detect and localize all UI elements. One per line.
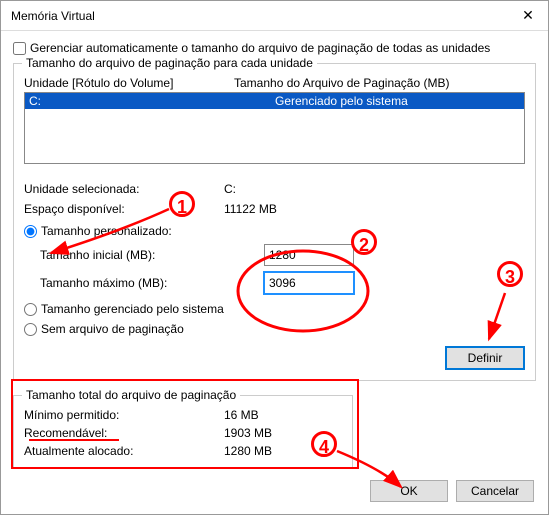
space-value: 11122 MB [224, 202, 277, 216]
drive-col-header-2: Tamanho do Arquivo de Paginação (MB) [234, 76, 449, 90]
system-managed-row[interactable]: Tamanho gerenciado pelo sistema [24, 302, 525, 316]
selected-drive-value: C: [224, 182, 236, 196]
window-title: Memória Virtual [11, 9, 95, 23]
max-size-input[interactable] [264, 272, 354, 294]
drive-legend: Tamanho do arquivo de paginação para cad… [22, 56, 317, 70]
no-file-radio[interactable] [24, 323, 37, 336]
footer-buttons: OK Cancelar [370, 480, 534, 502]
max-size-label: Tamanho máximo (MB): [40, 276, 264, 290]
rec-row: Recomendável: 1903 MB [24, 426, 342, 440]
cur-label: Atualmente alocado: [24, 444, 224, 458]
selected-drive-row: Unidade selecionada: C: [24, 182, 525, 196]
drive-list-item[interactable]: C: Gerenciado pelo sistema [25, 93, 524, 109]
drive-fieldset: Tamanho do arquivo de paginação para cad… [13, 63, 536, 381]
cancel-button[interactable]: Cancelar [456, 480, 534, 502]
selected-drive-label: Unidade selecionada: [24, 182, 224, 196]
auto-manage-checkbox[interactable] [13, 42, 26, 55]
auto-manage-label: Gerenciar automaticamente o tamanho do a… [30, 41, 490, 55]
min-row: Mínimo permitido: 16 MB [24, 408, 342, 422]
titlebar: Memória Virtual ✕ [1, 1, 548, 31]
initial-size-row: Tamanho inicial (MB): [24, 244, 525, 266]
cur-row: Atualmente alocado: 1280 MB [24, 444, 342, 458]
no-file-label: Sem arquivo de paginação [41, 322, 184, 336]
initial-size-label: Tamanho inicial (MB): [40, 248, 264, 262]
drive-status: Gerenciado pelo sistema [235, 93, 524, 109]
drive-columns: Unidade [Rótulo do Volume] Tamanho do Ar… [24, 76, 525, 90]
drive-listbox[interactable]: C: Gerenciado pelo sistema [24, 92, 525, 164]
system-managed-radio[interactable] [24, 303, 37, 316]
custom-size-row[interactable]: Tamanho personalizado: [24, 224, 525, 238]
space-row: Espaço disponível: 11122 MB [24, 202, 525, 216]
rec-value: 1903 MB [224, 426, 272, 440]
close-button[interactable]: ✕ [508, 1, 548, 31]
min-value: 16 MB [224, 408, 259, 422]
totals-fieldset: Tamanho total do arquivo de paginação Mí… [13, 395, 353, 469]
totals-legend: Tamanho total do arquivo de paginação [22, 388, 240, 402]
drive-letter: C: [25, 93, 235, 109]
auto-manage-row[interactable]: Gerenciar automaticamente o tamanho do a… [13, 41, 536, 55]
custom-size-label: Tamanho personalizado: [41, 224, 172, 238]
rec-label: Recomendável: [24, 426, 224, 440]
no-file-row[interactable]: Sem arquivo de paginação [24, 322, 525, 336]
min-label: Mínimo permitido: [24, 408, 224, 422]
space-label: Espaço disponível: [24, 202, 224, 216]
set-button[interactable]: Definir [446, 347, 524, 369]
custom-size-radio[interactable] [24, 225, 37, 238]
system-managed-label: Tamanho gerenciado pelo sistema [41, 302, 224, 316]
ok-button[interactable]: OK [370, 480, 448, 502]
initial-size-input[interactable] [264, 244, 354, 266]
drive-col-header-1: Unidade [Rótulo do Volume] [24, 76, 234, 90]
cur-value: 1280 MB [224, 444, 272, 458]
max-size-row: Tamanho máximo (MB): [24, 272, 525, 294]
